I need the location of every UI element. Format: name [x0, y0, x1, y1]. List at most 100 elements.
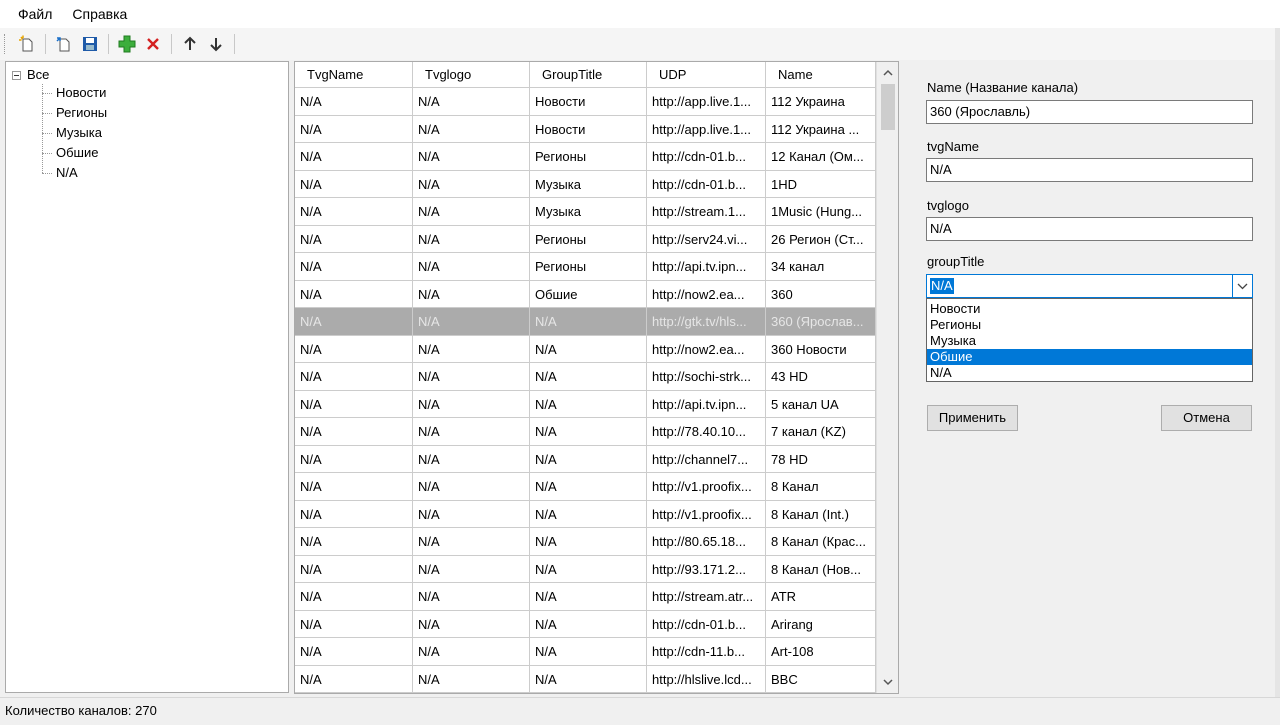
cell-udp[interactable]: http://cdn-01.b... [647, 170, 766, 198]
cell-name[interactable]: 7 канал (KZ) [766, 418, 876, 446]
table-row[interactable]: N/A N/A N/A http://v1.proofix... 8 Канал [295, 473, 877, 501]
table-row[interactable]: N/A N/A Регионы http://api.tv.ipn... 34 кана… [295, 253, 877, 281]
table-row[interactable]: N/A N/A N/A http://now2.ea... 360 Новости [295, 335, 877, 363]
group-tree[interactable]: Все Новости Регионы Музыка Обшие N/A [5, 61, 289, 693]
cell-tvgname[interactable]: N/A [295, 280, 413, 308]
cell-grouptitle[interactable]: N/A [530, 473, 647, 501]
table-row[interactable]: N/A N/A Новости http://app.live.1... 112 Укр… [295, 88, 877, 116]
cell-udp[interactable]: http://serv24.vi... [647, 225, 766, 253]
cell-name[interactable]: 78 HD [766, 445, 876, 473]
cell-tvgname[interactable]: N/A [295, 555, 413, 583]
cell-tvglogo[interactable]: N/A [413, 115, 530, 143]
cell-name[interactable]: 8 Канал [766, 473, 876, 501]
table-row[interactable]: N/A N/A Музыка http://cdn-01.b... 1HD [295, 170, 877, 198]
dropdown-button[interactable] [1232, 275, 1252, 297]
table-row[interactable]: N/A N/A N/A http://gtk.tv/hls... 360 (Яросла… [295, 308, 877, 336]
cell-tvglogo[interactable]: N/A [413, 583, 530, 611]
cell-grouptitle[interactable]: N/A [530, 418, 647, 446]
tree-node-news[interactable]: Новости [42, 83, 108, 103]
scroll-down-button[interactable] [877, 671, 898, 693]
cell-udp[interactable]: http://93.171.2... [647, 555, 766, 583]
save-button[interactable] [78, 32, 102, 56]
cell-name[interactable]: Arirang [766, 610, 876, 638]
cell-grouptitle[interactable]: Регионы [530, 253, 647, 281]
tvglogo-field[interactable]: N/A [926, 217, 1253, 241]
table-row[interactable]: N/A N/A N/A http://sochi-strk... 43 HD [295, 363, 877, 391]
cell-name[interactable]: Art-108 [766, 638, 876, 666]
grid-scrollbar[interactable] [876, 62, 898, 693]
cell-udp[interactable]: http://api.tv.ipn... [647, 390, 766, 418]
grouptitle-combobox[interactable]: N/A [926, 274, 1253, 298]
cell-name[interactable]: 5 канал UA [766, 390, 876, 418]
cell-udp[interactable]: http://cdn-11.b... [647, 638, 766, 666]
cell-grouptitle[interactable]: N/A [530, 363, 647, 391]
tree-node-label[interactable]: Регионы [54, 104, 109, 122]
toolbar-grip[interactable] [4, 34, 8, 54]
cell-tvglogo[interactable]: N/A [413, 253, 530, 281]
cell-tvglogo[interactable]: N/A [413, 528, 530, 556]
cell-grouptitle[interactable]: N/A [530, 500, 647, 528]
table-row[interactable]: N/A N/A N/A http://hlslive.lcd... BBC [295, 665, 877, 693]
cell-tvglogo[interactable]: N/A [413, 335, 530, 363]
dropdown-option-general[interactable]: Обшие [927, 349, 1252, 365]
cell-udp[interactable]: http://app.live.1... [647, 115, 766, 143]
cell-tvgname[interactable]: N/A [295, 638, 413, 666]
cell-udp[interactable]: http://v1.proofix... [647, 500, 766, 528]
cell-udp[interactable]: http://80.65.18... [647, 528, 766, 556]
cell-tvglogo[interactable]: N/A [413, 363, 530, 391]
cell-tvgname[interactable]: N/A [295, 665, 413, 693]
tree-node-regions[interactable]: Регионы [42, 103, 109, 123]
cell-grouptitle[interactable]: Музыка [530, 198, 647, 226]
cell-tvgname[interactable]: N/A [295, 308, 413, 336]
apply-button[interactable]: Применить [927, 405, 1018, 431]
cell-tvglogo[interactable]: N/A [413, 418, 530, 446]
cell-grouptitle[interactable]: N/A [530, 308, 647, 336]
cell-name[interactable]: 360 [766, 280, 876, 308]
cell-grouptitle[interactable]: N/A [530, 555, 647, 583]
delete-button[interactable] [141, 32, 165, 56]
cell-name[interactable]: 8 Канал (Int.) [766, 500, 876, 528]
cell-udp[interactable]: http://v1.proofix... [647, 473, 766, 501]
column-header-tvgname[interactable]: TvgName [295, 62, 413, 88]
cell-tvglogo[interactable]: N/A [413, 198, 530, 226]
cell-grouptitle[interactable]: N/A [530, 390, 647, 418]
dropdown-option-na[interactable]: N/A [927, 365, 1252, 381]
cell-grouptitle[interactable]: Музыка [530, 170, 647, 198]
cell-grouptitle[interactable]: N/A [530, 583, 647, 611]
cell-tvgname[interactable]: N/A [295, 610, 413, 638]
column-header-tvglogo[interactable]: Tvglogo [413, 62, 530, 88]
cell-name[interactable]: 1HD [766, 170, 876, 198]
cell-grouptitle[interactable]: Регионы [530, 143, 647, 171]
cell-grouptitle[interactable]: N/A [530, 610, 647, 638]
cell-tvgname[interactable]: N/A [295, 390, 413, 418]
cell-udp[interactable]: http://stream.1... [647, 198, 766, 226]
cell-name[interactable]: 360 (Ярослав... [766, 308, 876, 336]
open-button[interactable] [52, 32, 76, 56]
dropdown-option-regions[interactable]: Регионы [927, 317, 1252, 333]
table-row[interactable]: N/A N/A Регионы http://serv24.vi... 26 Регио… [295, 225, 877, 253]
tree-node-music[interactable]: Музыка [42, 123, 104, 143]
move-down-button[interactable] [204, 32, 228, 56]
cell-udp[interactable]: http://hlslive.lcd... [647, 665, 766, 693]
cell-tvgname[interactable]: N/A [295, 253, 413, 281]
table-row[interactable]: N/A N/A N/A http://v1.proofix... 8 Канал (In… [295, 500, 877, 528]
cell-udp[interactable]: http://now2.ea... [647, 280, 766, 308]
cell-udp[interactable]: http://sochi-strk... [647, 363, 766, 391]
cell-tvglogo[interactable]: N/A [413, 555, 530, 583]
cell-tvglogo[interactable]: N/A [413, 225, 530, 253]
scroll-up-button[interactable] [877, 62, 898, 84]
cell-grouptitle[interactable]: N/A [530, 638, 647, 666]
cell-tvglogo[interactable]: N/A [413, 143, 530, 171]
cell-grouptitle[interactable]: Новости [530, 88, 647, 116]
tree-node-general[interactable]: Обшие [42, 143, 100, 163]
cell-tvgname[interactable]: N/A [295, 115, 413, 143]
cell-udp[interactable]: http://now2.ea... [647, 335, 766, 363]
cell-tvgname[interactable]: N/A [295, 528, 413, 556]
cell-grouptitle[interactable]: N/A [530, 335, 647, 363]
table-row[interactable]: N/A N/A Музыка http://stream.1... 1Music (Hu… [295, 198, 877, 226]
cell-tvglogo[interactable]: N/A [413, 390, 530, 418]
cell-name[interactable]: ATR [766, 583, 876, 611]
new-file-button[interactable] [15, 32, 39, 56]
cell-tvglogo[interactable]: N/A [413, 445, 530, 473]
cell-grouptitle[interactable]: N/A [530, 528, 647, 556]
